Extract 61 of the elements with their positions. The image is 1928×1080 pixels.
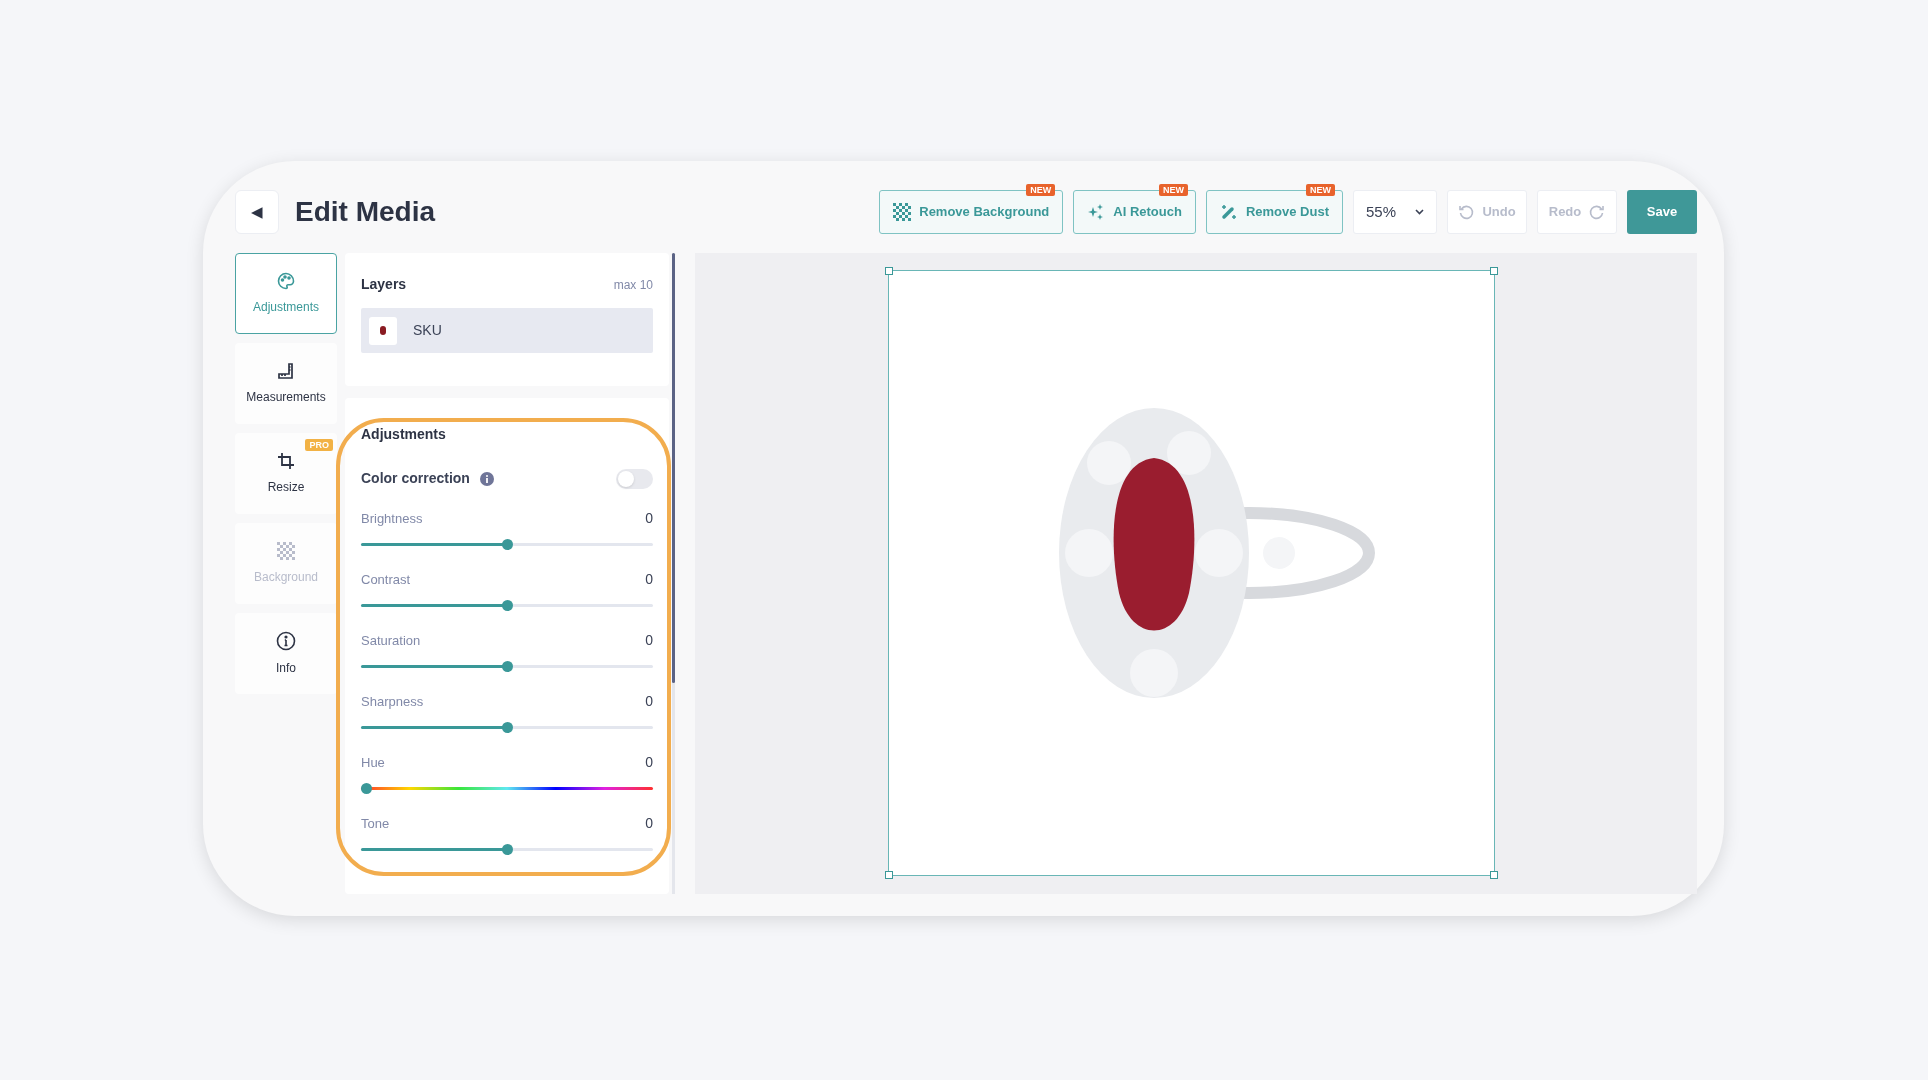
- sidebar-tab[interactable]: Resize PRO: [235, 433, 337, 514]
- checker-icon: [893, 203, 912, 221]
- slider-thumb[interactable]: [501, 661, 513, 672]
- slider-thumb[interactable]: [501, 722, 513, 733]
- layer-row[interactable]: SKU: [361, 308, 653, 353]
- ruler-icon: [277, 361, 295, 380]
- sidebar-tab[interactable]: Info: [235, 613, 337, 694]
- slider-label: Contrast: [361, 570, 411, 589]
- slider-thumb[interactable]: [361, 783, 372, 794]
- chevron-down-icon: [1415, 209, 1424, 215]
- new-badge: NEW: [1306, 184, 1335, 196]
- slider-label: Saturation: [361, 631, 421, 650]
- undo-icon: [1458, 204, 1475, 220]
- magic-wand-icon: [1219, 203, 1238, 221]
- layers-limit: max 10: [613, 276, 653, 294]
- slider-track[interactable]: [361, 661, 653, 672]
- slider-thumb[interactable]: [501, 539, 513, 550]
- layer-name: SKU: [413, 321, 442, 340]
- slider-thumb[interactable]: [501, 600, 513, 611]
- resize-handle[interactable]: [1489, 267, 1498, 275]
- pro-badge: PRO: [305, 439, 333, 451]
- slider-value: 0: [645, 814, 653, 833]
- crop-icon: [277, 451, 295, 470]
- new-badge: NEW: [1158, 184, 1188, 196]
- slider-value: 0: [645, 692, 653, 711]
- color-correction-label: Color correction: [361, 469, 470, 488]
- page-title: Edit Media: [295, 195, 435, 229]
- zoom-dropdown[interactable]: 55%: [1353, 190, 1437, 234]
- slider-track[interactable]: [361, 539, 653, 550]
- slider-value: 0: [645, 631, 653, 650]
- slider-label: Tone: [361, 814, 390, 833]
- hue-slider[interactable]: [361, 783, 653, 794]
- back-button[interactable]: ◀: [235, 190, 279, 234]
- sidebar-tab[interactable]: Measurements: [235, 343, 337, 424]
- slider-thumb[interactable]: [501, 844, 513, 855]
- redo-icon: [1589, 204, 1606, 220]
- resize-handle[interactable]: [1489, 871, 1498, 879]
- slider-track[interactable]: [361, 722, 653, 733]
- slider-track[interactable]: [361, 600, 653, 611]
- toggle-switch[interactable]: [616, 468, 653, 489]
- slider-value: 0: [645, 509, 653, 528]
- slider-value: 0: [645, 570, 653, 589]
- resize-handle[interactable]: [884, 871, 893, 879]
- new-badge: NEW: [1026, 184, 1056, 196]
- info-icon: [276, 630, 296, 651]
- adjustments-title: Adjustments: [361, 425, 446, 444]
- slider-track[interactable]: [361, 844, 653, 855]
- slider-value: 0: [645, 753, 653, 772]
- image-frame[interactable]: [887, 270, 1495, 876]
- slider-label: Brightness: [361, 509, 423, 528]
- slider-label: Hue: [361, 753, 385, 772]
- layers-title: Layers: [361, 275, 407, 294]
- info-icon: [479, 471, 494, 486]
- scrollbar-thumb[interactable]: [672, 253, 675, 683]
- sidebar-tab[interactable]: Adjustments: [235, 253, 337, 334]
- checker-icon: [277, 541, 295, 560]
- save-button[interactable]: Save: [1627, 190, 1697, 234]
- slider-label: Sharpness: [361, 692, 424, 711]
- resize-handle[interactable]: [884, 267, 893, 275]
- palette-icon: [277, 271, 295, 290]
- layer-thumbnail: [369, 316, 397, 345]
